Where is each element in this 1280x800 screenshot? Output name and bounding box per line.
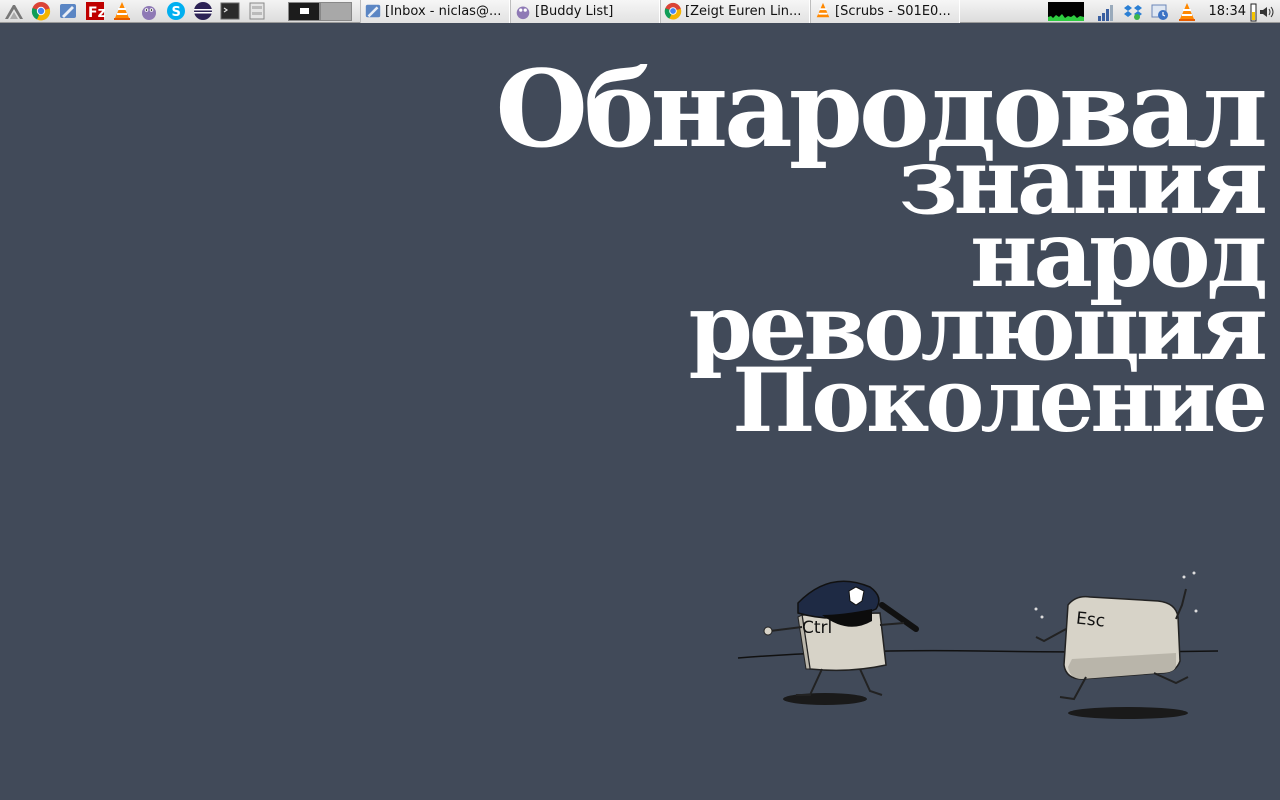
workspace-switcher: [288, 1, 352, 21]
pidgin-icon[interactable]: [135, 0, 162, 23]
svg-text:S: S: [171, 5, 180, 20]
update-icon[interactable]: [1149, 2, 1171, 22]
pidgin-icon: [516, 6, 530, 20]
workspace-2[interactable]: [320, 1, 352, 21]
cpu-monitor[interactable]: [1047, 2, 1084, 21]
task-vlc[interactable]: [Scrubs - S01E0...: [810, 0, 960, 23]
svg-text:Fz: Fz: [88, 5, 105, 21]
mail-icon: [365, 4, 381, 18]
signal-icon[interactable]: [1095, 2, 1117, 22]
dropbox-icon[interactable]: [1122, 2, 1144, 22]
ctrl-chasing-esc-illustration: Ctrl Esc: [737, 571, 1219, 719]
task-label: [Buddy List]: [535, 3, 614, 19]
mail-icon[interactable]: [54, 0, 81, 23]
skype-icon[interactable]: S: [162, 0, 189, 23]
task-inbox[interactable]: [Inbox - niclas@...: [360, 0, 510, 23]
task-browser[interactable]: [Zeigt Euren Lin...: [660, 0, 810, 23]
task-label: [Zeigt Euren Lin...: [685, 3, 802, 19]
eclipse-icon[interactable]: [189, 0, 216, 23]
top-panel: Fz S [Inbox - niclas@... [Buddy List] [Z…: [0, 0, 1280, 23]
wallpaper-line-5: Поколение: [732, 348, 1268, 452]
vlc-icon[interactable]: [108, 0, 135, 23]
clock[interactable]: 18:34: [1209, 4, 1246, 19]
task-label: [Scrubs - S01E0...: [835, 3, 951, 19]
volume-icon[interactable]: [1250, 2, 1280, 22]
filezilla-icon[interactable]: Fz: [81, 0, 108, 23]
wallpaper-text: Обнародовал знания народ революция Покол…: [495, 56, 1268, 452]
ctrl-key-character: Ctrl: [763, 580, 919, 696]
terminal-icon[interactable]: [216, 0, 243, 23]
task-label: [Inbox - niclas@...: [385, 3, 502, 19]
workspace-1[interactable]: [288, 1, 320, 21]
ctrl-key-label: Ctrl: [802, 618, 832, 638]
chrome-icon: [664, 2, 682, 20]
chrome-icon[interactable]: [27, 0, 54, 23]
launcher-bar: Fz S: [0, 0, 270, 23]
system-tray: 18:34: [1047, 0, 1280, 23]
esc-key-character: Esc: [1034, 571, 1198, 701]
taskbar: [Inbox - niclas@... [Buddy List] [Zeigt …: [360, 0, 960, 23]
esc-key-label: Esc: [1075, 609, 1106, 632]
task-buddy-list[interactable]: [Buddy List]: [510, 0, 660, 23]
menu-icon[interactable]: [0, 0, 27, 23]
vlc-icon: [816, 2, 830, 18]
vlc-tray-icon[interactable]: [1176, 2, 1198, 22]
file-manager-icon[interactable]: [243, 0, 270, 23]
